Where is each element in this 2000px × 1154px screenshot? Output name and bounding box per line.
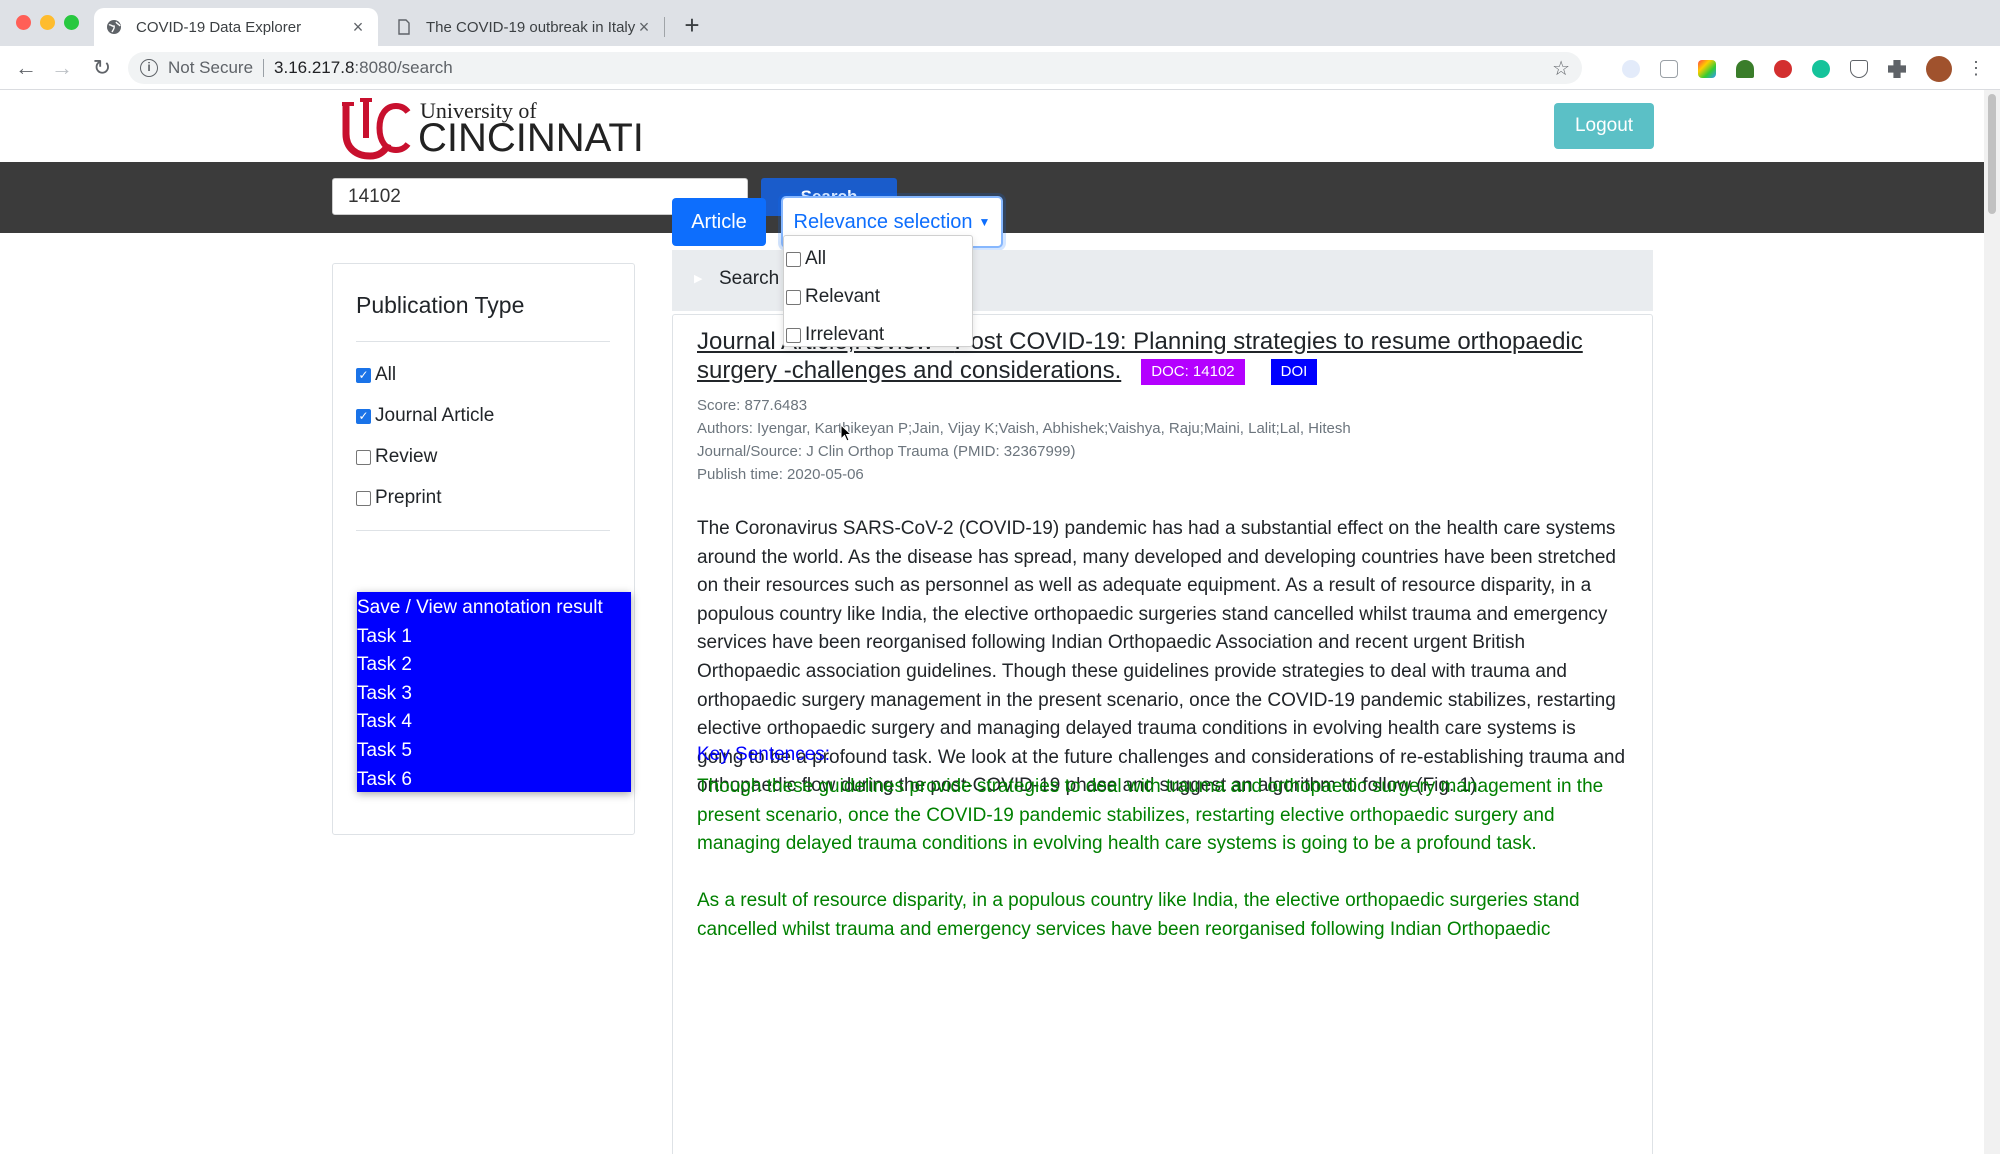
task-5-link[interactable]: Task 5 — [357, 737, 631, 766]
result-authors: Authors: Iyengar, Karthikeyan P;Jain, Vi… — [697, 420, 1351, 437]
filter-label: Preprint — [375, 487, 442, 508]
grammarly-icon[interactable] — [1812, 60, 1830, 78]
back-arrow-icon[interactable]: ← — [12, 54, 40, 82]
checkbox[interactable] — [356, 449, 371, 465]
profile-avatar[interactable] — [1926, 56, 1952, 82]
extensions-puzzle-icon[interactable] — [1888, 60, 1906, 78]
filter-label: Journal Article — [375, 405, 495, 426]
tab-covid-data-explorer[interactable]: COVID-19 Data Explorer × — [94, 8, 378, 46]
close-tab-icon[interactable]: × — [350, 17, 366, 38]
mouse-cursor-icon — [840, 424, 852, 442]
result-journal: Journal/Source: J Clin Orthop Trauma (PM… — [697, 443, 1076, 460]
filter-review[interactable]: Review — [356, 446, 437, 468]
new-tab-icon[interactable]: + — [680, 10, 704, 41]
result-card: Journal Article;Review - Post COVID-19: … — [672, 314, 1653, 1154]
more-menu-icon[interactable]: ⋮ — [1962, 54, 1990, 82]
result-abstract: The Coronavirus SARS-CoV-2 (COVID-19) pa… — [697, 518, 1626, 797]
checkbox[interactable] — [356, 490, 371, 506]
close-window-button[interactable] — [16, 15, 31, 30]
relevance-option-relevant[interactable]: Relevant — [786, 286, 880, 308]
key-sentence: As a result of resource disparity, in a … — [697, 890, 1580, 940]
info-icon[interactable]: i — [140, 59, 158, 77]
address-bar[interactable]: i Not Secure 3.16.217.8 :8080/search ☆ — [128, 52, 1582, 84]
url-host: 3.16.217.8 — [274, 58, 355, 77]
filter-label: All — [375, 364, 397, 385]
checkbox[interactable] — [786, 289, 801, 305]
annotation-task-menu: Save / View annotation result Task 1 Tas… — [357, 592, 631, 792]
university-logo: University of CINCINNATI — [340, 98, 644, 160]
maximize-window-button[interactable] — [64, 15, 79, 30]
tab-divider — [664, 17, 665, 37]
option-label: Irrelevant — [805, 324, 885, 345]
filter-label: Review — [375, 446, 438, 467]
checkbox[interactable] — [786, 251, 801, 267]
expand-triangle-icon[interactable]: ▶ — [694, 272, 702, 285]
caret-down-icon: ▼ — [978, 215, 991, 230]
task-2-link[interactable]: Task 2 — [357, 651, 631, 680]
shield-icon[interactable] — [1850, 60, 1868, 78]
color-extension-icon[interactable] — [1698, 60, 1716, 78]
filter-all[interactable]: ✓ All — [356, 364, 396, 386]
relevance-option-irrelevant[interactable]: Irrelevant — [786, 324, 884, 346]
red-extension-icon[interactable] — [1774, 60, 1792, 78]
option-label: All — [805, 248, 827, 269]
document-icon — [396, 19, 412, 35]
task-3-link[interactable]: Task 3 — [357, 680, 631, 709]
divider — [356, 341, 610, 342]
scrollbar-thumb[interactable] — [1988, 94, 1996, 214]
key-sentence: Though these guidelines provide strategi… — [697, 776, 1604, 855]
url-divider — [263, 59, 265, 77]
article-button[interactable]: Article — [672, 198, 766, 246]
logo-text-line2: CINCINNATI — [418, 116, 644, 160]
browser-toolbar: ← → ↻ i Not Secure 3.16.217.8 :8080/sear… — [0, 46, 2000, 90]
doi-badge[interactable]: DOI — [1270, 358, 1318, 385]
reader-icon[interactable] — [1660, 60, 1678, 78]
sidebar-title: Publication Type — [356, 292, 525, 318]
globe-icon — [106, 19, 122, 35]
save-view-annotation-link[interactable]: Save / View annotation result — [357, 594, 631, 623]
url-path: :8080/search — [354, 58, 453, 77]
divider — [356, 530, 610, 531]
relevance-label: Relevance selection — [793, 210, 973, 233]
filter-journal-article[interactable]: ✓ Journal Article — [356, 405, 494, 427]
key-sentences-label: Key Sentences: — [697, 744, 831, 765]
minimize-window-button[interactable] — [40, 15, 55, 30]
security-status: Not Secure — [168, 58, 254, 77]
browser-tab-bar: COVID-19 Data Explorer × The COVID-19 ou… — [0, 0, 2000, 46]
tab-title: The COVID-19 outbreak in Italy — [426, 18, 636, 36]
close-tab-icon[interactable]: × — [636, 17, 652, 38]
result-score: Score: 877.6483 — [697, 397, 808, 414]
relevance-dropdown-menu: All Relevant Irrelevant — [783, 235, 973, 347]
checkbox[interactable] — [786, 327, 801, 343]
checkbox-checked[interactable]: ✓ — [356, 367, 371, 383]
tree-extension-icon[interactable] — [1736, 60, 1754, 78]
forward-arrow-icon[interactable]: → — [48, 54, 76, 82]
tab-covid-outbreak-italy[interactable]: The COVID-19 outbreak in Italy × — [384, 8, 664, 46]
page-content: University of CINCINNATI Logout Search P… — [0, 90, 1984, 1154]
relevance-option-all[interactable]: All — [786, 248, 826, 270]
bookmark-star-icon[interactable]: ☆ — [1552, 56, 1570, 81]
logout-button[interactable]: Logout — [1554, 103, 1654, 149]
publication-type-sidebar: Publication Type ✓ All ✓ Journal Article… — [332, 263, 635, 835]
checkbox-checked[interactable]: ✓ — [356, 408, 371, 424]
doc-badge: DOC: 14102 — [1141, 358, 1245, 385]
reload-icon[interactable]: ↻ — [88, 54, 116, 82]
tab-title: COVID-19 Data Explorer — [136, 18, 302, 36]
page-scrollbar[interactable] — [1984, 90, 2000, 1154]
search-panel-label: Search — [719, 268, 780, 289]
task-6-link[interactable]: Task 6 — [357, 766, 631, 795]
filter-preprint[interactable]: Preprint — [356, 487, 442, 509]
task-4-link[interactable]: Task 4 — [357, 708, 631, 737]
result-publish-time: Publish time: 2020-05-06 — [697, 466, 864, 483]
task-1-link[interactable]: Task 1 — [357, 623, 631, 652]
uc-logo-mark-icon — [340, 98, 414, 172]
option-label: Relevant — [805, 286, 880, 307]
extension-icon[interactable] — [1622, 60, 1640, 78]
